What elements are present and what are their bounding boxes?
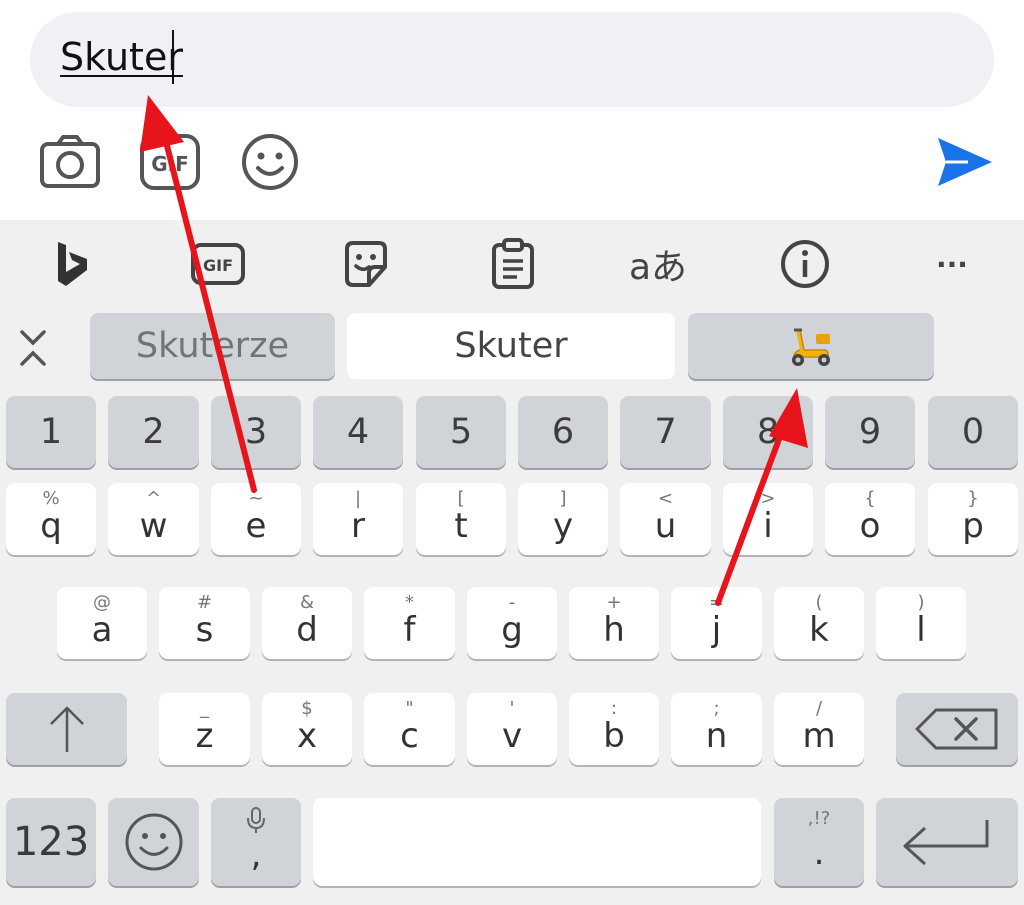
on-screen-keyboard: GIF aあ ··· Skuterze Skuter 1 2 3 4 5 6 7… — [0, 220, 1024, 905]
key-9[interactable]: 9 — [825, 396, 915, 468]
key-7[interactable]: 7 — [620, 396, 711, 468]
sticker-button[interactable] — [334, 234, 398, 294]
backspace-icon — [915, 708, 998, 750]
emoji-key[interactable] — [108, 798, 199, 886]
period-key[interactable]: ,!? . — [774, 798, 864, 886]
key-4[interactable]: 4 — [313, 396, 403, 468]
key-o[interactable]: {o — [825, 483, 915, 555]
message-composer: Skuter GIF — [0, 0, 1024, 220]
key-d[interactable]: & d — [262, 587, 352, 659]
bing-icon — [58, 242, 87, 286]
space-key[interactable] — [313, 798, 761, 886]
key-f[interactable]: * f — [364, 587, 455, 659]
translate-button[interactable]: aあ — [626, 234, 690, 294]
gif-icon: GIF — [191, 243, 245, 285]
camera-icon — [40, 135, 100, 188]
key-c[interactable]: " c — [364, 693, 455, 765]
symbols-key[interactable]: 123 — [6, 798, 96, 886]
candidate-emoji[interactable] — [688, 313, 934, 379]
candidate-suggestion[interactable]: Skuterze — [90, 313, 335, 379]
candidate-suggestion[interactable]: Skuter — [347, 313, 675, 379]
key-y[interactable]: ] y — [518, 483, 608, 555]
key-m[interactable]: / m — [774, 693, 864, 765]
gif-icon: GIF — [140, 134, 200, 190]
key-6[interactable]: 6 — [518, 396, 608, 468]
sticker-icon — [345, 241, 387, 287]
key-1[interactable]: 1 — [6, 396, 96, 468]
camera-button[interactable] — [38, 130, 102, 194]
shift-arrow-icon — [49, 706, 84, 752]
shift-key[interactable] — [6, 693, 127, 765]
info-button[interactable] — [773, 234, 837, 294]
key-g[interactable]: -g — [467, 587, 557, 659]
message-input-value: Skuter — [60, 35, 183, 79]
key-q[interactable]: % q — [6, 483, 96, 555]
key-j[interactable]: = j — [671, 587, 762, 659]
key-w[interactable]: ^ w — [108, 483, 199, 555]
key-2[interactable]: 2 — [108, 396, 199, 468]
send-button[interactable] — [932, 130, 996, 194]
scooter-emoji-icon — [792, 328, 830, 366]
key-0[interactable]: 0 — [928, 396, 1018, 468]
key-k[interactable]: (k — [774, 587, 864, 659]
message-input[interactable]: Skuter — [30, 12, 994, 107]
info-icon — [781, 240, 829, 288]
keyboard-gif-button[interactable]: GIF — [186, 234, 250, 294]
more-icon: ··· — [936, 247, 968, 281]
key-z[interactable]: _ z — [159, 693, 250, 765]
svg-text:GIF: GIF — [151, 152, 189, 176]
more-button[interactable]: ··· — [920, 234, 984, 294]
key-3[interactable]: 3 — [211, 396, 301, 468]
send-icon — [938, 138, 992, 186]
key-b[interactable]: :b — [569, 693, 659, 765]
collapse-candidates-button[interactable] — [12, 323, 54, 373]
key-x[interactable]: $ x — [262, 693, 352, 765]
key-s[interactable]: # s — [159, 587, 250, 659]
clipboard-button[interactable] — [481, 234, 545, 294]
text-caret — [172, 30, 174, 84]
clipboard-icon — [492, 238, 534, 289]
key-e[interactable]: ~ e — [211, 483, 301, 555]
key-5[interactable]: 5 — [416, 396, 506, 468]
key-u[interactable]: < u — [620, 483, 711, 555]
backspace-key[interactable] — [896, 693, 1018, 765]
key-i[interactable]: > i — [723, 483, 813, 555]
key-h[interactable]: + h — [569, 587, 659, 659]
key-v[interactable]: ' v — [467, 693, 557, 765]
key-r[interactable]: | r — [313, 483, 403, 555]
enter-key[interactable] — [876, 798, 1018, 886]
svg-text:GIF: GIF — [203, 256, 233, 275]
key-8[interactable]: 8 — [723, 396, 813, 468]
emoji-button[interactable] — [238, 130, 302, 194]
translate-icon: aあ — [628, 247, 688, 288]
key-t[interactable]: [t — [416, 483, 506, 555]
comma-key[interactable]: , — [211, 798, 301, 886]
emoji-icon — [242, 134, 298, 190]
collapse-icon — [20, 330, 46, 366]
enter-icon — [903, 820, 989, 866]
key-n[interactable]: ; n — [671, 693, 762, 765]
microphone-icon — [247, 807, 265, 833]
key-p[interactable]: } p — [928, 483, 1018, 555]
bing-button[interactable] — [40, 234, 104, 294]
key-l[interactable]: ) l — [876, 587, 966, 659]
key-a[interactable]: @ a — [57, 587, 147, 659]
gif-button[interactable]: GIF — [138, 130, 202, 194]
emoji-icon — [125, 813, 182, 871]
